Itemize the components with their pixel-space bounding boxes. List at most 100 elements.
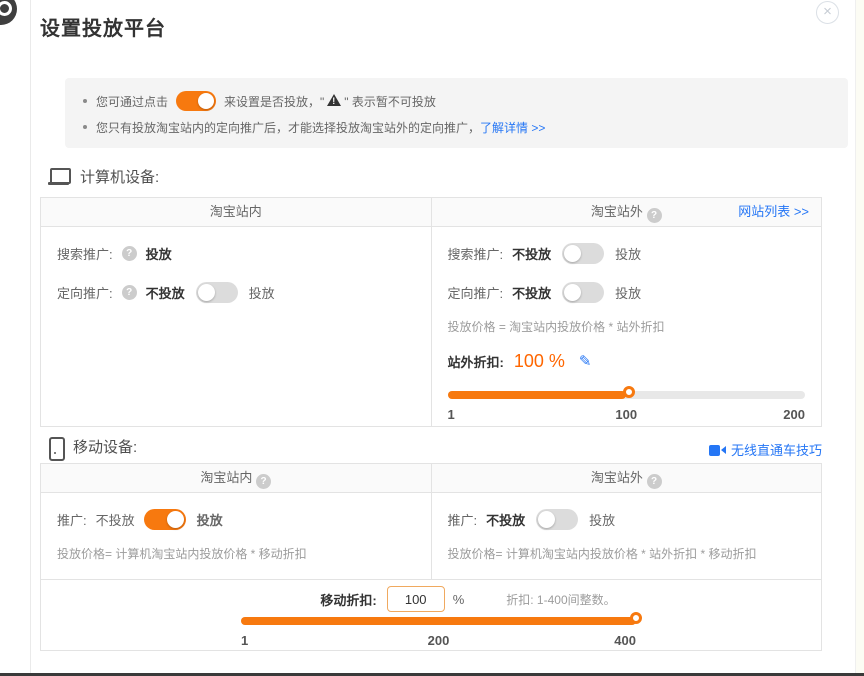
offsite-discount-row: 站外折扣: 100 % ✎: [448, 347, 806, 375]
bullet-icon: [83, 99, 87, 103]
mobile-discount-input[interactable]: [387, 586, 445, 612]
computer-offsite-cell: 搜索推广: 不投放 投放 定向推广: 不投放 投放 投放价格 = 淘宝站内投放价…: [431, 227, 822, 426]
toggle-knob[interactable]: [564, 284, 581, 301]
discount-label: 站外折扣:: [448, 352, 504, 371]
promo-toggle[interactable]: [144, 509, 186, 530]
toggle-knob[interactable]: [198, 284, 215, 301]
computer-icon: [48, 168, 69, 185]
slider-handle[interactable]: [630, 612, 642, 624]
field-label: 搜索推广:: [57, 244, 113, 263]
slider-mid-label: 200: [428, 633, 450, 648]
slider-min-label: 1: [241, 633, 248, 648]
edit-icon[interactable]: ✎: [579, 352, 592, 370]
state-inactive: 投放: [615, 244, 641, 263]
notice-text: " 表示暂不可投放: [344, 93, 436, 110]
state-inactive: 投放: [615, 283, 641, 302]
state-active: 不投放: [146, 283, 185, 302]
mobile-discount-row: 移动折扣: % 折扣: 1-400间整数。 1 200 400: [41, 579, 821, 650]
column-header-label: 淘宝站内: [210, 204, 262, 219]
search-promo-toggle[interactable]: [562, 243, 604, 264]
percent-unit: %: [453, 592, 465, 607]
slider-track[interactable]: [448, 391, 806, 399]
state-inactive: 投放: [589, 510, 615, 529]
promo-toggle[interactable]: [536, 509, 578, 530]
price-formula: 投放价格= 计算机淘宝站内投放价格 * 站外折扣 * 移动折扣: [448, 545, 806, 562]
scrollbar-track[interactable]: [855, 0, 864, 676]
slider-handle[interactable]: [623, 386, 635, 398]
mobile-section-label: 移动设备:: [73, 436, 137, 457]
computer-section-header: 计算机设备:: [48, 166, 159, 187]
field-label: 推广:: [448, 510, 478, 529]
toggle-knob[interactable]: [538, 511, 555, 528]
learn-more-link[interactable]: 了解详情 >>: [480, 119, 545, 136]
mobile-icon: [48, 437, 62, 457]
search-promo-row: 搜索推广: 不投放 投放: [448, 240, 806, 266]
state-active: 不投放: [486, 510, 525, 529]
slider-min-label: 1: [448, 407, 455, 422]
price-formula: 投放价格 = 淘宝站内投放价格 * 站外折扣: [448, 318, 806, 335]
promo-row: 推广: 不投放 投放: [57, 506, 415, 532]
column-header-label: 淘宝站外: [591, 470, 643, 485]
offsite-discount-slider[interactable]: 1 100 200: [448, 391, 806, 422]
target-promo-toggle[interactable]: [196, 282, 238, 303]
state-inactive: 投放: [249, 283, 275, 302]
mobile-onsite-cell: 推广: 不投放 投放 投放价格= 计算机淘宝站内投放价格 * 移动折扣: [41, 493, 431, 579]
help-icon[interactable]: ?: [122, 285, 137, 300]
wireless-tips-label: 无线直通车技巧: [731, 443, 822, 458]
slider-marks: 1 200 400: [241, 633, 636, 648]
target-promo-toggle[interactable]: [562, 282, 604, 303]
help-icon[interactable]: ?: [122, 246, 137, 261]
state-active: 不投放: [512, 244, 551, 263]
column-header-offsite: 淘宝站外 ?: [431, 464, 822, 492]
column-header-onsite: 淘宝站内: [41, 198, 431, 226]
price-formula: 投放价格= 计算机淘宝站内投放价格 * 移动折扣: [57, 545, 415, 562]
slider-mid-label: 100: [615, 407, 637, 422]
search-promo-row: 搜索推广: ? 投放: [57, 240, 415, 266]
slider-track[interactable]: [241, 617, 636, 625]
toggle-example: [176, 91, 216, 111]
state-inactive: 不投放: [96, 510, 135, 529]
slider-max-label: 400: [614, 633, 636, 648]
mobile-section-header: 移动设备:: [48, 436, 137, 457]
help-icon[interactable]: ?: [647, 474, 662, 489]
computer-table-body: 搜索推广: ? 投放 定向推广: ? 不投放 投放 搜索推广: 不投放 投放 定…: [41, 227, 821, 426]
notice-text: 来设置是否投放，": [224, 93, 324, 110]
computer-onsite-cell: 搜索推广: ? 投放 定向推广: ? 不投放 投放: [41, 227, 431, 426]
bullet-icon: [83, 125, 87, 129]
toggle-knob[interactable]: [167, 511, 184, 528]
slider-marks: 1 100 200: [448, 407, 806, 422]
toggle-knob[interactable]: [564, 245, 581, 262]
field-label: 定向推广:: [57, 283, 113, 302]
notice-line-1: 您可通过点击 来设置是否投放，" ! " 表示暂不可投放: [83, 89, 828, 113]
notice-text: 您只有投放淘宝站内的定向推广后，才能选择投放淘宝站外的定向推广，: [96, 119, 480, 136]
target-promo-row: 定向推广: ? 不投放 投放: [57, 279, 415, 305]
mobile-discount-controls: 移动折扣: % 折扣: 1-400间整数。: [41, 580, 821, 612]
mobile-offsite-cell: 推广: 不投放 投放 投放价格= 计算机淘宝站内投放价格 * 站外折扣 * 移动…: [431, 493, 822, 579]
notice-line-2: 您只有投放淘宝站内的定向推广后，才能选择投放淘宝站外的定向推广， 了解详情 >>: [83, 115, 828, 139]
help-icon[interactable]: ?: [256, 474, 271, 489]
warning-icon: !: [327, 94, 341, 106]
computer-table: 淘宝站内 淘宝站外 ? 网站列表 >> 搜索推广: ? 投放 定向推广: ? 不…: [40, 197, 822, 427]
notice-text: 您可通过点击: [96, 93, 168, 110]
column-header-offsite: 淘宝站外 ? 网站列表 >>: [431, 198, 822, 226]
column-header-onsite: 淘宝站内 ?: [41, 464, 431, 492]
mobile-discount-slider[interactable]: 1 200 400: [241, 617, 636, 648]
close-icon[interactable]: ×: [816, 1, 839, 24]
help-icon[interactable]: ?: [647, 208, 662, 223]
site-list-link[interactable]: 网站列表 >>: [738, 198, 809, 226]
wireless-tips-link[interactable]: 无线直通车技巧: [709, 440, 822, 459]
discount-hint: 折扣: 1-400间整数。: [506, 591, 615, 608]
target-promo-row: 定向推广: 不投放 投放: [448, 279, 806, 305]
state-active: 投放: [146, 244, 172, 263]
notice-box: 您可通过点击 来设置是否投放，" ! " 表示暂不可投放 您只有投放淘宝站内的定…: [65, 78, 848, 148]
page-title: 设置投放平台: [40, 12, 166, 41]
slider-max-label: 200: [783, 407, 805, 422]
help-badge-icon: [0, 0, 17, 25]
field-label: 推广:: [57, 510, 87, 529]
column-header-label: 淘宝站外: [591, 204, 643, 219]
toggle-knob: [198, 93, 214, 109]
mobile-table: 淘宝站内 ? 淘宝站外 ? 推广: 不投放 投放 投放价格= 计算机淘宝站内投放…: [40, 463, 822, 651]
field-label: 搜索推广:: [448, 244, 504, 263]
mobile-table-body: 推广: 不投放 投放 投放价格= 计算机淘宝站内投放价格 * 移动折扣 推广: …: [41, 493, 821, 579]
promo-row: 推广: 不投放 投放: [448, 506, 806, 532]
